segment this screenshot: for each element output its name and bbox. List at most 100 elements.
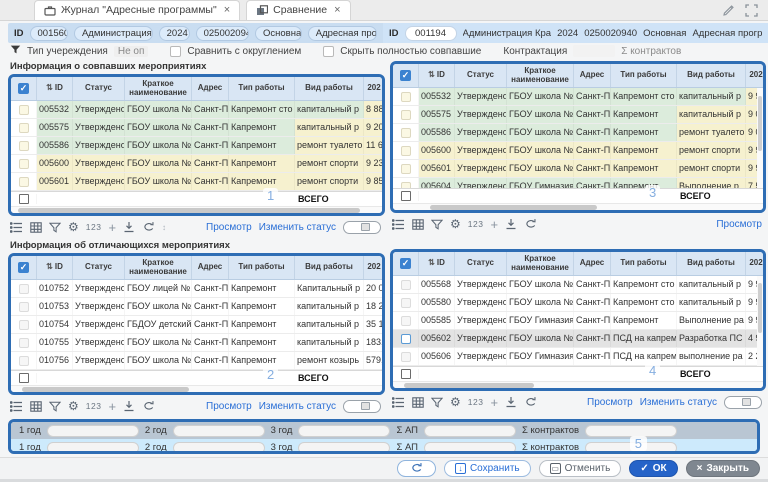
add-icon[interactable]: + xyxy=(108,220,116,235)
column-header-status[interactable]: Статус xyxy=(455,252,507,275)
footer-checkbox[interactable] xyxy=(19,194,29,204)
column-header-short_name[interactable]: Краткое наименование xyxy=(507,252,574,275)
settings-gear-icon[interactable]: ⚙ xyxy=(450,395,461,409)
table-row[interactable]: 005532УтвержденоГБОУ школа №Санкт-ПетКап… xyxy=(393,88,763,106)
year1-input-bottom[interactable] xyxy=(47,442,139,454)
filter-icon[interactable] xyxy=(431,219,443,230)
column-header-address[interactable]: Адрес xyxy=(574,64,611,87)
tab-close-icon[interactable]: × xyxy=(224,4,230,16)
table-row[interactable]: 005602УтвержденоГБОУ школа №Санкт-ПетПСД… xyxy=(393,330,763,348)
footer-checkbox[interactable] xyxy=(19,373,29,383)
year3-input-top[interactable] xyxy=(298,425,390,437)
change-status-link[interactable]: Изменить статус xyxy=(259,222,336,233)
table-row[interactable]: 005585УтвержденоГБОУ ГимназияСанкт-ПетКа… xyxy=(393,312,763,330)
table-row[interactable]: 005601УтвержденоГБОУ школа №Санкт-ПетКап… xyxy=(11,173,382,191)
row-checkbox[interactable] xyxy=(19,177,29,187)
column-header-work_kind[interactable]: Вид работы xyxy=(677,64,746,87)
row-checkbox[interactable] xyxy=(401,316,411,326)
column-header-id[interactable]: ⇅ID xyxy=(419,252,455,275)
list-view-icon[interactable] xyxy=(392,219,405,230)
year3-input-bottom[interactable] xyxy=(298,442,390,454)
table-row[interactable]: 010753УтвержденоГБОУ школа №Санкт-ПетКап… xyxy=(11,298,382,316)
grid-view-icon[interactable] xyxy=(412,397,424,408)
horizontal-scrollbar[interactable] xyxy=(393,381,763,388)
table-row[interactable]: 005575УтвержденоГБОУ школа №Санкт-ПетКап… xyxy=(11,119,382,137)
filter-funnel-icon[interactable] xyxy=(10,44,21,58)
tab-close-icon[interactable]: × xyxy=(334,4,340,16)
footer-checkbox[interactable] xyxy=(401,191,411,201)
year2-input-top[interactable] xyxy=(173,425,265,437)
status-toggle[interactable] xyxy=(724,396,762,409)
status-toggle[interactable] xyxy=(343,221,381,234)
select-all-checkbox[interactable]: ✓ xyxy=(11,77,37,100)
status-toggle[interactable] xyxy=(343,400,381,413)
table-row[interactable]: 005606УтвержденоГБОУ ГимназияСанкт-ПетПС… xyxy=(393,348,763,366)
list-view-icon[interactable] xyxy=(10,401,23,412)
select-all-checkbox[interactable]: ✓ xyxy=(393,64,419,87)
settings-gear-icon[interactable]: ⚙ xyxy=(450,217,461,231)
row-checkbox[interactable] xyxy=(401,128,411,138)
save-button[interactable]: ↓Сохранить xyxy=(444,460,531,477)
column-header-address[interactable]: Адрес xyxy=(192,256,229,279)
row-checkbox[interactable] xyxy=(19,123,29,133)
settings-gear-icon[interactable]: ⚙ xyxy=(68,399,79,413)
numbering-icon[interactable]: 123 xyxy=(86,222,102,232)
add-icon[interactable]: + xyxy=(108,399,116,414)
download-icon[interactable] xyxy=(505,218,517,230)
table-row[interactable]: 005601УтвержденоГБОУ школа №Санкт-ПетКап… xyxy=(393,160,763,178)
contracting-input[interactable] xyxy=(573,45,615,57)
numbering-icon[interactable]: 123 xyxy=(468,219,484,229)
column-header-year[interactable]: 202 xyxy=(364,77,384,100)
table-row[interactable]: 005575УтвержденоГБОУ школа №Санкт-ПетКап… xyxy=(393,106,763,124)
record-program-field[interactable]: Адресная програ xyxy=(308,26,377,41)
numbering-icon[interactable]: 123 xyxy=(468,397,484,407)
row-checkbox[interactable] xyxy=(401,164,411,174)
column-header-short_name[interactable]: Краткое наименование xyxy=(507,64,574,87)
column-header-short_name[interactable]: Краткое наименование xyxy=(125,256,192,279)
download-icon[interactable] xyxy=(505,396,517,408)
row-checkbox[interactable] xyxy=(401,280,411,290)
tab-journal[interactable]: Журнал "Адресные программы" × xyxy=(34,0,240,20)
list-view-icon[interactable] xyxy=(10,222,23,233)
record-kind-field[interactable]: Основная xyxy=(255,26,302,41)
institution-type-value[interactable]: Не оп xyxy=(114,46,149,57)
horizontal-scrollbar[interactable] xyxy=(11,206,382,213)
table-row[interactable]: 005604УтвержденоГБОУ ГимназияСанкт-ПетКа… xyxy=(393,178,763,188)
table-row[interactable]: 005586УтвержденоГБОУ школа №Санкт-ПетКап… xyxy=(11,137,382,155)
table-row[interactable]: 010755УтвержденоГБОУ школа №Санкт-ПетКап… xyxy=(11,334,382,352)
download-icon[interactable] xyxy=(123,221,135,233)
column-header-year[interactable]: 202 xyxy=(746,252,766,275)
column-header-address[interactable]: Адрес xyxy=(192,77,229,100)
close-button[interactable]: ×Закрыть xyxy=(686,460,760,477)
grid-view-icon[interactable] xyxy=(30,222,42,233)
row-checkbox[interactable] xyxy=(19,320,29,330)
change-status-link[interactable]: Изменить статус xyxy=(640,397,717,408)
record-id-field[interactable]: 001560 xyxy=(30,26,68,41)
add-icon[interactable]: + xyxy=(490,395,498,410)
ok-button[interactable]: ✓ОК xyxy=(629,460,677,477)
year1-input-top[interactable] xyxy=(47,425,139,437)
view-link[interactable]: Просмотр xyxy=(206,222,252,233)
refresh-icon[interactable] xyxy=(524,218,537,230)
horizontal-scrollbar[interactable] xyxy=(393,203,763,210)
column-header-year[interactable]: 202 xyxy=(364,256,384,279)
column-header-year[interactable]: 202 xyxy=(746,64,766,87)
row-checkbox[interactable] xyxy=(19,105,29,115)
row-checkbox[interactable] xyxy=(401,298,411,308)
vertical-scrollbar[interactable] xyxy=(757,276,763,366)
table-row[interactable]: 010752УтвержденоГБОУ лицей №Санкт-ПетКап… xyxy=(11,280,382,298)
table-row[interactable]: 005580УтвержденоГБОУ школа №Санкт-ПетКап… xyxy=(393,294,763,312)
list-view-icon[interactable] xyxy=(392,397,405,408)
sum-contracts-input-top[interactable] xyxy=(585,425,677,437)
record-year-field[interactable]: 2024 xyxy=(159,26,190,41)
year2-input-bottom[interactable] xyxy=(173,442,265,454)
sum-ap-input-top[interactable] xyxy=(424,425,516,437)
row-checkbox[interactable] xyxy=(401,110,411,120)
refresh-icon[interactable] xyxy=(524,396,537,408)
view-link[interactable]: Просмотр xyxy=(587,397,633,408)
row-checkbox[interactable] xyxy=(19,338,29,348)
row-checkbox[interactable] xyxy=(401,92,411,102)
record-code-field[interactable]: 0250020940 xyxy=(196,26,249,41)
column-header-id[interactable]: ⇅ID xyxy=(37,256,73,279)
column-header-work_kind[interactable]: Вид работы xyxy=(295,77,364,100)
